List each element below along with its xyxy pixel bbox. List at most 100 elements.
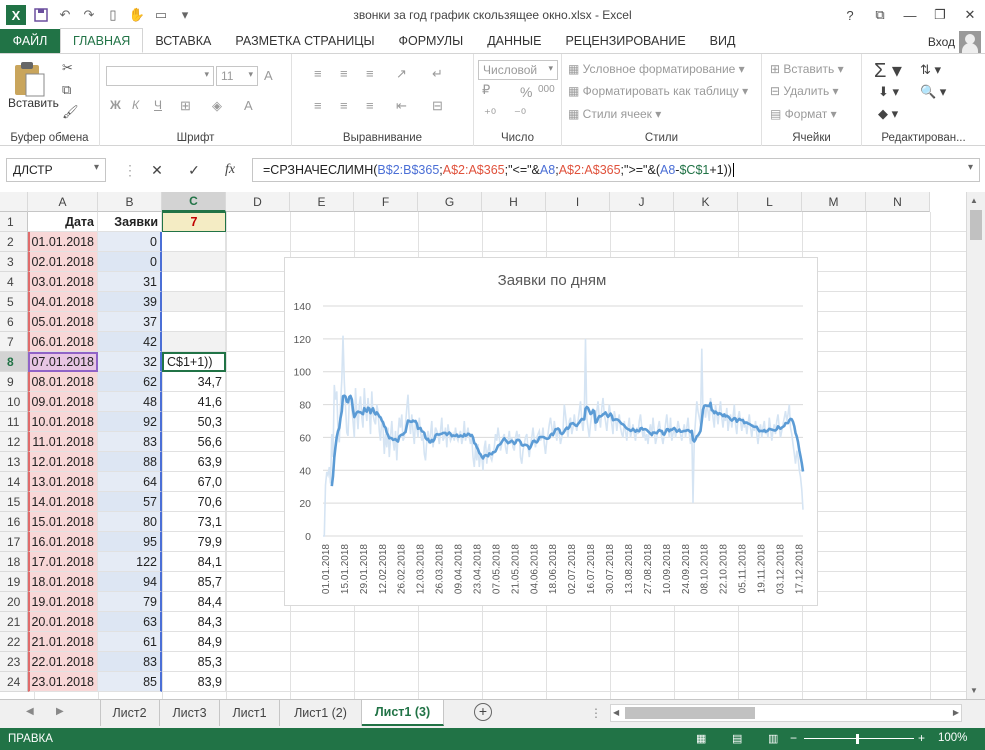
page-layout-view-icon[interactable]: ▤ (732, 732, 742, 745)
cell-b1[interactable]: Заявки (98, 212, 162, 232)
column-header-e[interactable]: E (290, 192, 354, 212)
scroll-down-icon[interactable]: ▼ (970, 686, 978, 695)
cell-average[interactable] (162, 332, 226, 352)
column-header-b[interactable]: B (98, 192, 162, 212)
cell-count[interactable]: 122 (98, 552, 162, 572)
insert-function-icon[interactable]: fx (218, 158, 242, 182)
tab-formulas[interactable]: ФОРМУЛЫ (387, 29, 476, 53)
row-header[interactable]: 19 (0, 572, 28, 592)
font-size-select[interactable]: 11 (216, 66, 258, 86)
underline-button[interactable]: Ч (154, 98, 162, 112)
cell-average[interactable]: 84,4 (162, 592, 226, 612)
zoom-in-icon[interactable]: + (918, 731, 925, 745)
enter-icon[interactable]: ✓ (182, 158, 206, 182)
align-left-icon[interactable]: ≡ (314, 98, 322, 113)
cell-date[interactable]: 21.01.2018 (28, 632, 98, 652)
cut-icon[interactable]: ✂ (62, 60, 73, 76)
row-header[interactable]: 4 (0, 272, 28, 292)
row-header[interactable]: 18 (0, 552, 28, 572)
column-header-l[interactable]: L (738, 192, 802, 212)
minimize-icon[interactable]: — (895, 0, 925, 30)
cell-average[interactable]: 50,3 (162, 412, 226, 432)
column-header-a[interactable]: A (28, 192, 98, 212)
format-cells-button[interactable]: ▤ Формат ▾ (770, 107, 837, 121)
font-color-icon[interactable]: A (244, 98, 253, 113)
align-bottom-icon[interactable]: ≡ (366, 66, 374, 81)
cell-date[interactable]: 01.01.2018 (28, 232, 98, 252)
merge-cells-icon[interactable]: ⊟ (432, 98, 443, 114)
cell-count[interactable]: 63 (98, 612, 162, 632)
next-sheet-icon[interactable]: ▶ (56, 706, 64, 717)
qat-customize-icon[interactable]: ▾ (176, 6, 194, 24)
fill-color-icon[interactable]: ◈ (212, 98, 222, 114)
increase-decimal-icon[interactable]: ⁺⁰ (484, 106, 496, 122)
row-header[interactable]: 3 (0, 252, 28, 272)
cell-average[interactable] (162, 252, 226, 272)
insert-cells-button[interactable]: ⊞ Вставить ▾ (770, 62, 844, 76)
cell-styles-button[interactable]: ▦ Стили ячеек ▾ (568, 107, 661, 121)
copy-icon[interactable]: ⧉ (62, 82, 71, 98)
close-icon[interactable]: ✕ (955, 0, 985, 30)
row-header[interactable]: 21 (0, 612, 28, 632)
cell-count[interactable]: 83 (98, 432, 162, 452)
cell-date[interactable]: 17.01.2018 (28, 552, 98, 572)
cell-average[interactable] (162, 272, 226, 292)
horizontal-scrollbar[interactable]: ◀ ▶ (610, 704, 962, 722)
sort-filter-icon[interactable]: ⇅ ▾ (920, 62, 941, 78)
cell-count[interactable]: 80 (98, 512, 162, 532)
bold-button[interactable]: Ж (110, 98, 121, 112)
percent-button[interactable]: % (520, 84, 532, 100)
sheet-tab-list1-3[interactable]: Лист1 (3) (362, 700, 444, 726)
sheet-tab-list1[interactable]: Лист1 (220, 700, 280, 726)
cell-date[interactable]: 18.01.2018 (28, 572, 98, 592)
align-middle-icon[interactable]: ≡ (340, 66, 348, 81)
conditional-format-button[interactable]: ▦ Условное форматирование ▾ (568, 62, 745, 76)
cell-average[interactable]: 63,9 (162, 452, 226, 472)
cell-count[interactable]: 57 (98, 492, 162, 512)
cell-count[interactable]: 48 (98, 392, 162, 412)
cell-date[interactable]: 11.01.2018 (28, 432, 98, 452)
format-painter-icon[interactable]: 🖌 (62, 104, 79, 120)
cell-average[interactable] (162, 292, 226, 312)
column-header-g[interactable]: G (418, 192, 482, 212)
cell-average[interactable]: 41,6 (162, 392, 226, 412)
wrap-text-icon[interactable]: ↵ (432, 66, 443, 82)
select-all-button[interactable] (0, 192, 28, 212)
page-break-view-icon[interactable]: ▥ (768, 732, 778, 745)
cell-average[interactable] (162, 232, 226, 252)
formula-bar-more-icon[interactable]: ⋮ (118, 158, 142, 182)
cell-average[interactable]: 85,3 (162, 652, 226, 672)
column-header-c[interactable]: C (162, 192, 226, 212)
cell-date[interactable]: 14.01.2018 (28, 492, 98, 512)
cell-c1[interactable]: 7 (162, 212, 226, 232)
row-header[interactable]: 15 (0, 492, 28, 512)
cell-average[interactable] (162, 312, 226, 332)
cell-date[interactable]: 22.01.2018 (28, 652, 98, 672)
cell-count[interactable]: 61 (98, 632, 162, 652)
cell-date[interactable]: 13.01.2018 (28, 472, 98, 492)
cell-date[interactable]: 15.01.2018 (28, 512, 98, 532)
cell-count[interactable]: 85 (98, 672, 162, 692)
column-header-f[interactable]: F (354, 192, 418, 212)
row-header[interactable]: 1 (0, 212, 28, 232)
cell-average[interactable]: 56,6 (162, 432, 226, 452)
cell-average[interactable]: 34,7 (162, 372, 226, 392)
zoom-slider[interactable] (804, 738, 914, 739)
save-icon[interactable] (32, 6, 50, 24)
align-right-icon[interactable]: ≡ (366, 98, 374, 113)
row-header[interactable]: 12 (0, 432, 28, 452)
cell-date[interactable]: 12.01.2018 (28, 452, 98, 472)
row-header[interactable]: 11 (0, 412, 28, 432)
zoom-level[interactable]: 100% (938, 732, 967, 744)
ribbon-display-icon[interactable]: ⧉ (865, 0, 895, 30)
cell-date[interactable]: 08.01.2018 (28, 372, 98, 392)
zoom-slider-thumb[interactable] (856, 734, 859, 744)
redo-icon[interactable]: ↷ (80, 6, 98, 24)
row-header[interactable]: 5 (0, 292, 28, 312)
column-header-h[interactable]: H (482, 192, 546, 212)
find-select-icon[interactable]: 🔍 ▾ (920, 84, 946, 100)
tab-data[interactable]: ДАННЫЕ (475, 29, 553, 53)
cell-date[interactable]: 05.01.2018 (28, 312, 98, 332)
font-name-select[interactable] (106, 66, 214, 86)
add-sheet-icon[interactable]: + (474, 703, 492, 721)
